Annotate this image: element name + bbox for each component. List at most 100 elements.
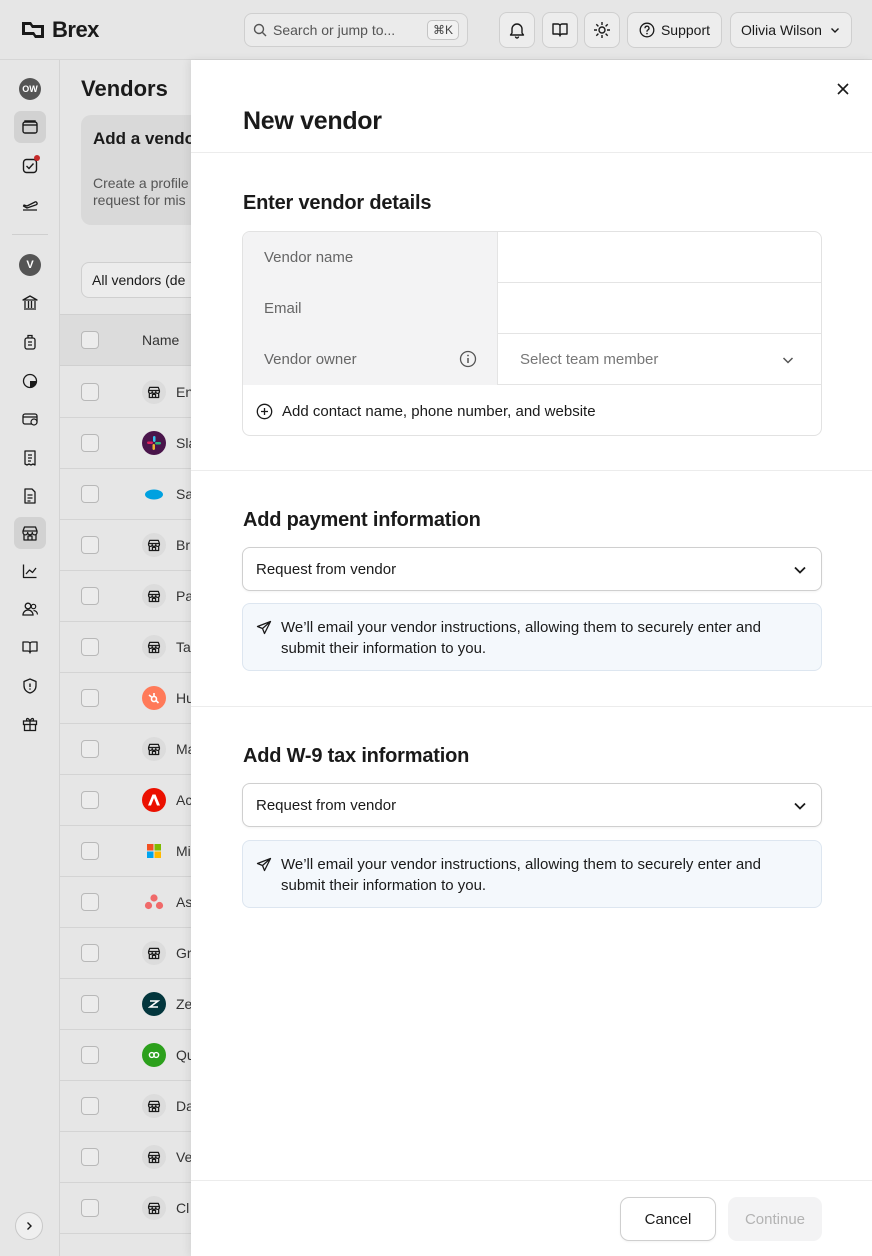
support-button[interactable]: Support bbox=[627, 12, 722, 48]
rail-item-security[interactable] bbox=[14, 670, 46, 702]
payment-info-select[interactable]: Request from vendor bbox=[242, 547, 822, 591]
chevron-down-icon bbox=[830, 28, 839, 33]
row-checkbox[interactable] bbox=[81, 842, 99, 860]
info-icon[interactable] bbox=[459, 350, 477, 368]
rail-item-wallet[interactable] bbox=[14, 111, 46, 143]
vendor-owner-select[interactable]: Select team member bbox=[499, 334, 821, 385]
rail-item-team[interactable] bbox=[14, 593, 46, 625]
ai-assistant-button[interactable] bbox=[584, 12, 620, 48]
table-row[interactable]: Qu bbox=[60, 1030, 200, 1081]
adobe-logo bbox=[142, 788, 166, 812]
row-checkbox[interactable] bbox=[81, 689, 99, 707]
rail-item-vendors[interactable] bbox=[14, 517, 46, 549]
bell-icon bbox=[509, 23, 525, 39]
vendor-filter-select[interactable]: All vendors (de bbox=[81, 262, 200, 298]
payment-notice-text: We’ll email your vendor instructions, al… bbox=[281, 619, 761, 657]
vendor-name-input[interactable] bbox=[499, 232, 821, 283]
rail-item-reimbursements[interactable] bbox=[14, 442, 46, 474]
table-row[interactable]: Sla bbox=[60, 418, 200, 469]
row-checkbox[interactable] bbox=[81, 893, 99, 911]
row-checkbox[interactable] bbox=[81, 485, 99, 503]
table-row[interactable]: Sa bbox=[60, 469, 200, 520]
search-input[interactable]: Search or jump to... ⌘K bbox=[244, 13, 468, 47]
rail-item-travel[interactable] bbox=[14, 188, 46, 220]
paper-plane-icon bbox=[256, 620, 272, 635]
close-icon bbox=[837, 83, 849, 95]
row-checkbox[interactable] bbox=[81, 638, 99, 656]
table-row[interactable]: Pa bbox=[60, 571, 200, 622]
row-checkbox[interactable] bbox=[81, 383, 99, 401]
storefront-icon bbox=[142, 941, 166, 965]
vendor-name: As bbox=[176, 894, 193, 910]
book-open-icon bbox=[552, 23, 568, 37]
table-row[interactable]: Ac bbox=[60, 775, 200, 826]
row-checkbox[interactable] bbox=[81, 587, 99, 605]
brand-name: Brex bbox=[52, 17, 99, 42]
rail-user-avatar[interactable]: OW bbox=[14, 73, 46, 105]
rail-item-rewards[interactable] bbox=[14, 708, 46, 740]
row-checkbox[interactable] bbox=[81, 434, 99, 452]
row-checkbox[interactable] bbox=[81, 791, 99, 809]
table-row[interactable]: Da bbox=[60, 1081, 200, 1132]
row-checkbox[interactable] bbox=[81, 1199, 99, 1217]
user-menu-button[interactable]: Olivia Wilson bbox=[730, 12, 852, 48]
table-row[interactable]: As bbox=[60, 877, 200, 928]
chevron-down-icon bbox=[794, 566, 806, 574]
storefront-icon bbox=[142, 1196, 166, 1220]
rail-item-analytics[interactable] bbox=[14, 555, 46, 587]
table-row[interactable]: Br bbox=[60, 520, 200, 571]
tax-info-select[interactable]: Request from vendor bbox=[242, 783, 822, 827]
row-checkbox[interactable] bbox=[81, 1097, 99, 1115]
microsoft-logo bbox=[142, 839, 166, 863]
email-input[interactable] bbox=[499, 283, 821, 334]
avatar: OW bbox=[19, 78, 41, 100]
airplane-takeoff-icon bbox=[22, 201, 38, 211]
rail-item-tasks[interactable] bbox=[14, 150, 46, 182]
rail-item-cards[interactable] bbox=[14, 403, 46, 435]
rail-item-accounting[interactable] bbox=[14, 631, 46, 663]
add-contact-label: Add contact name, phone number, and webs… bbox=[282, 402, 596, 420]
row-checkbox[interactable] bbox=[81, 536, 99, 554]
notifications-button[interactable] bbox=[499, 12, 535, 48]
asana-logo bbox=[142, 890, 166, 914]
table-row[interactable]: Ve bbox=[60, 1132, 200, 1183]
table-row[interactable]: Hu bbox=[60, 673, 200, 724]
table-row[interactable]: Gr bbox=[60, 928, 200, 979]
search-icon bbox=[253, 23, 267, 37]
pie-chart-icon bbox=[22, 373, 38, 389]
row-checkbox[interactable] bbox=[81, 1148, 99, 1166]
continue-button[interactable]: Continue bbox=[728, 1197, 822, 1241]
chevron-down-icon bbox=[794, 802, 806, 810]
add-contact-details-button[interactable]: Add contact name, phone number, and webs… bbox=[243, 385, 821, 435]
table-row[interactable]: Mi bbox=[60, 826, 200, 877]
storefront-icon bbox=[142, 533, 166, 557]
search-shortcut: ⌘K bbox=[426, 20, 459, 40]
rail-item-bills[interactable] bbox=[14, 480, 46, 512]
select-all-checkbox[interactable] bbox=[81, 331, 99, 349]
close-button[interactable] bbox=[832, 78, 854, 100]
row-checkbox[interactable] bbox=[81, 1046, 99, 1064]
cancel-button[interactable]: Cancel bbox=[620, 1197, 716, 1241]
row-checkbox[interactable] bbox=[81, 740, 99, 758]
new-vendor-panel: New vendor Enter vendor details Vendor n… bbox=[191, 60, 872, 1256]
column-header-name[interactable]: Name bbox=[142, 332, 179, 348]
guides-button[interactable] bbox=[542, 12, 578, 48]
rail-item-banking[interactable] bbox=[14, 287, 46, 319]
left-navigation-rail: OW V bbox=[0, 60, 60, 1256]
rail-divider bbox=[12, 234, 48, 235]
table-row[interactable]: En bbox=[60, 367, 200, 418]
table-row[interactable]: Cl bbox=[60, 1183, 200, 1234]
expand-rail-button[interactable] bbox=[15, 1212, 43, 1240]
table-row[interactable]: Ma bbox=[60, 724, 200, 775]
row-checkbox[interactable] bbox=[81, 944, 99, 962]
brex-logo[interactable]: Brex bbox=[20, 17, 99, 43]
notification-dot bbox=[34, 155, 40, 161]
table-row[interactable]: Ta bbox=[60, 622, 200, 673]
row-checkbox[interactable] bbox=[81, 995, 99, 1013]
rail-item-budgets[interactable] bbox=[14, 365, 46, 397]
rail-item-trips[interactable] bbox=[14, 326, 46, 358]
table-row[interactable]: Ze bbox=[60, 979, 200, 1030]
line-chart-icon bbox=[22, 564, 37, 579]
rail-entity-avatar[interactable]: V bbox=[14, 249, 46, 281]
panel-title: New vendor bbox=[243, 107, 382, 135]
